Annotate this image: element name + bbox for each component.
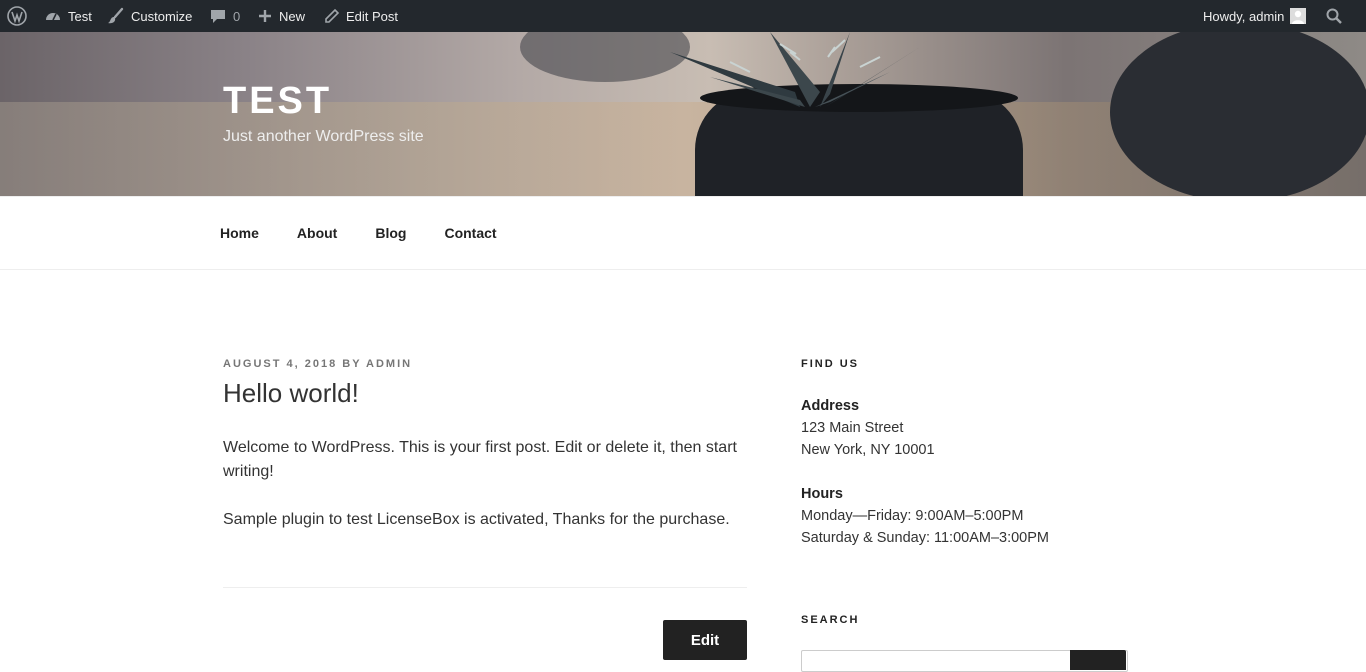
wordpress-logo-icon xyxy=(7,6,27,26)
address-label: Address xyxy=(801,398,860,414)
customize-button[interactable]: Customize xyxy=(107,0,192,32)
nav-item-contact[interactable]: Contact xyxy=(444,225,496,241)
sidebar-search-submit-button[interactable] xyxy=(1070,650,1126,670)
hours-line: Saturday & Sunday: 11:00AM–3:00PM xyxy=(801,530,1049,546)
search-icon xyxy=(1325,7,1343,25)
admin-bar: Test Customize 0 New Edit Post Howdy, ad… xyxy=(0,0,1366,32)
edit-post-link-button[interactable]: Edit xyxy=(663,620,747,660)
post-content: Welcome to WordPress. This is your first… xyxy=(223,436,743,556)
hours-label: Hours xyxy=(801,486,843,502)
greeting-label: Howdy, admin xyxy=(1203,8,1285,24)
nav-item-about[interactable]: About xyxy=(297,225,337,241)
post-by: BY xyxy=(342,358,362,370)
pencil-icon xyxy=(324,8,340,24)
address-line: New York, NY 10001 xyxy=(801,442,935,458)
post-author[interactable]: ADMIN xyxy=(366,358,412,370)
post-paragraph: Welcome to WordPress. This is your first… xyxy=(223,439,737,480)
hours-line: Monday—Friday: 9:00AM–5:00PM xyxy=(801,508,1024,524)
admin-search-button[interactable] xyxy=(1325,0,1343,32)
post-title[interactable]: Hello world! xyxy=(223,378,359,409)
site-name-label: Test xyxy=(68,8,92,24)
comments-button[interactable]: 0 xyxy=(209,0,240,32)
post-meta: AUGUST 4, 2018 BY ADMIN xyxy=(223,358,412,370)
plus-icon xyxy=(257,8,273,24)
edit-post-label: Edit Post xyxy=(346,8,399,24)
site-header: TEST Just another WordPress site xyxy=(0,32,1366,196)
address-line: 123 Main Street xyxy=(801,420,904,436)
find-us-widget-title: FIND US xyxy=(801,358,859,370)
avatar-icon xyxy=(1290,8,1307,24)
site-description: Just another WordPress site xyxy=(223,128,424,145)
customize-label: Customize xyxy=(131,8,193,24)
post-divider xyxy=(223,587,747,588)
search-widget-title: SEARCH xyxy=(801,614,860,626)
paintbrush-icon xyxy=(107,7,125,25)
address-block: Address 123 Main Street New York, NY 100… xyxy=(801,395,935,461)
main-navigation: Home About Blog Contact xyxy=(0,196,1366,270)
nav-item-blog[interactable]: Blog xyxy=(375,225,406,241)
new-button[interactable]: New xyxy=(257,0,305,32)
edit-post-button[interactable]: Edit Post xyxy=(324,0,398,32)
post-paragraph: Sample plugin to test LicenseBox is acti… xyxy=(223,511,730,528)
wp-logo-button[interactable] xyxy=(7,0,27,32)
dashboard-icon xyxy=(44,7,62,25)
hours-block: Hours Monday—Friday: 9:00AM–5:00PM Satur… xyxy=(801,483,1049,549)
post-date[interactable]: AUGUST 4, 2018 xyxy=(223,358,337,370)
header-image-plant xyxy=(670,32,920,107)
nav-menu: Home About Blog Contact xyxy=(220,197,535,269)
new-label: New xyxy=(279,8,306,24)
comments-count: 0 xyxy=(233,8,241,24)
site-title[interactable]: TEST xyxy=(223,80,332,123)
comment-bubble-icon xyxy=(209,7,227,25)
my-account-button[interactable]: Howdy, admin xyxy=(1203,0,1307,32)
site-name-button[interactable]: Test xyxy=(44,0,92,32)
header-image-pot-right xyxy=(1110,32,1366,196)
nav-item-home[interactable]: Home xyxy=(220,225,259,241)
